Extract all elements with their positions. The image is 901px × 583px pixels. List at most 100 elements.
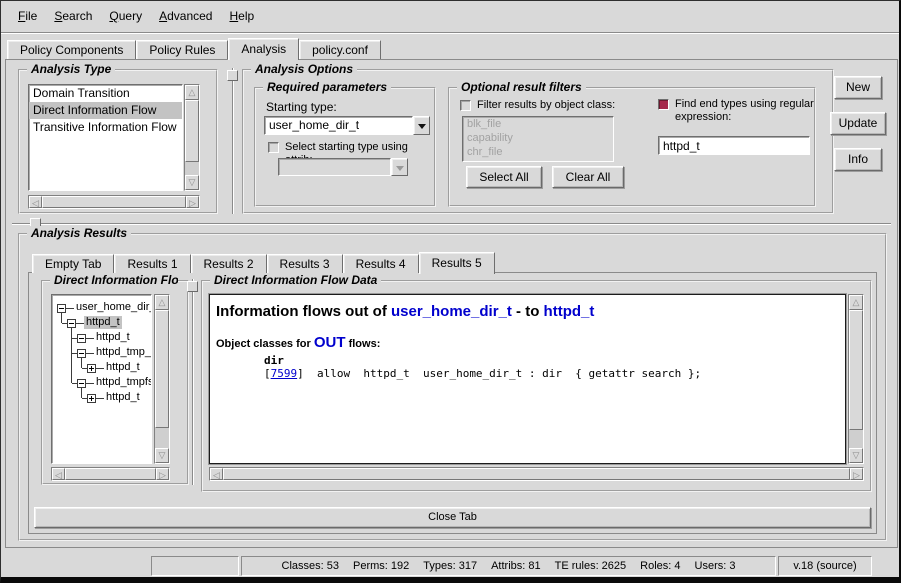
tree-node-httpd_t[interactable]: httpd_t xyxy=(104,361,142,374)
chevron-down-icon[interactable] xyxy=(413,116,430,135)
tree-connector xyxy=(86,353,94,354)
menu-query[interactable]: Query xyxy=(105,1,146,31)
results-tab-empty-tab[interactable]: Empty Tab xyxy=(32,254,114,273)
analysis-type-hscrollbar[interactable]: ◁ ▷ xyxy=(28,195,200,209)
results-tab-results-1[interactable]: Results 1 xyxy=(114,254,190,273)
analysis-results-group: Analysis Results Empty TabResults 1Resul… xyxy=(18,233,887,541)
stat-item: Types: 317 xyxy=(423,560,477,572)
new-button[interactable]: New xyxy=(834,76,882,99)
scroll-right-icon[interactable]: ▷ xyxy=(850,468,863,480)
attrib-checkbox[interactable] xyxy=(268,142,279,153)
tree-connector xyxy=(86,338,94,339)
tree-expand-icon[interactable] xyxy=(87,394,96,403)
tree-connector xyxy=(82,398,87,399)
tree-node-user_home_dir_t[interactable]: user_home_dir_t xyxy=(74,301,152,314)
scroll-right-icon[interactable]: ▷ xyxy=(156,468,169,480)
regex-input[interactable]: httpd_t xyxy=(658,136,810,155)
tree-connector xyxy=(72,338,77,339)
scroll-left-icon[interactable]: ◁ xyxy=(52,468,65,480)
object-class-listbox: blk_filecapabilitychr_file xyxy=(462,116,614,162)
tree-connector xyxy=(66,308,74,309)
list-item[interactable]: Domain Transition xyxy=(29,85,182,102)
data-hscrollbar[interactable]: ◁ ▷ xyxy=(209,467,864,481)
tree-node-httpd_tmpfs_t[interactable]: httpd_tmpfs_t xyxy=(94,376,152,389)
tree-collapse-icon[interactable] xyxy=(57,304,66,313)
analysis-type-vscrollbar[interactable]: △ ▽ xyxy=(184,84,200,191)
tab-analysis[interactable]: Analysis xyxy=(228,38,299,60)
menubar: File Search Query Advanced Help xyxy=(1,1,899,31)
clear-all-button[interactable]: Clear All xyxy=(552,166,624,188)
results-tab-results-5[interactable]: Results 5 xyxy=(419,252,495,274)
scroll-down-icon[interactable]: ▽ xyxy=(185,175,199,190)
list-item: chr_file xyxy=(463,145,613,159)
update-button[interactable]: Update xyxy=(830,112,886,135)
results-sash-vertical[interactable] xyxy=(192,279,194,485)
tree-expand-icon[interactable] xyxy=(87,364,96,373)
apol-window: File Search Query Advanced Help Policy Compo… xyxy=(0,0,901,583)
target-type: httpd_t xyxy=(544,303,595,320)
starting-type-combobox[interactable]: user_home_dir_t xyxy=(264,116,430,135)
results-sash-handle[interactable] xyxy=(187,281,198,292)
menu-file[interactable]: File xyxy=(14,1,41,31)
tree-collapse-icon[interactable] xyxy=(77,334,86,343)
starting-type-value[interactable]: user_home_dir_t xyxy=(264,116,413,135)
scroll-right-icon[interactable]: ▷ xyxy=(186,196,199,208)
tree-node-httpd_t[interactable]: httpd_t xyxy=(94,331,132,344)
pane-sash-vertical[interactable] xyxy=(232,68,234,214)
tree-collapse-icon[interactable] xyxy=(77,349,86,358)
list-item: capability xyxy=(463,131,613,145)
results-tab-results-4[interactable]: Results 4 xyxy=(343,254,419,273)
close-tab-button[interactable]: Close Tab xyxy=(34,507,871,528)
tab-policy-conf[interactable]: policy.conf xyxy=(299,40,381,59)
menu-help[interactable]: Help xyxy=(225,1,258,31)
scroll-up-icon[interactable]: △ xyxy=(849,295,863,310)
scroll-left-icon[interactable]: ◁ xyxy=(210,468,223,480)
tab-policy-components[interactable]: Policy Components xyxy=(7,40,136,59)
status-bar: Classes: 53Perms: 192Types: 317Attribs: … xyxy=(1,552,899,578)
tree-collapse-icon[interactable] xyxy=(77,379,86,388)
tree-connector xyxy=(96,398,104,399)
menu-search[interactable]: Search xyxy=(50,1,96,31)
tab-policy-rules[interactable]: Policy Rules xyxy=(136,40,228,59)
flow-tree[interactable]: user_home_dir_t httpd_t httpd_t httpd_tmp_t… xyxy=(51,294,152,464)
select-all-button[interactable]: Select All xyxy=(466,166,542,188)
data-vscrollbar[interactable]: △ ▽ xyxy=(848,294,864,464)
analysis-type-listbox[interactable]: Domain TransitionDirect Information Flow… xyxy=(28,84,183,191)
tree-vscrollbar[interactable]: △ ▽ xyxy=(154,294,170,464)
rule-number-link[interactable]: 7599 xyxy=(271,367,298,380)
tree-node-httpd_tmp_t[interactable]: httpd_tmp_t xyxy=(94,346,152,359)
chevron-down-icon xyxy=(391,158,408,176)
tree-node-httpd_t[interactable]: httpd_t xyxy=(104,391,142,404)
stat-item: Attribs: 81 xyxy=(491,560,541,572)
scroll-down-icon[interactable]: ▽ xyxy=(849,448,863,463)
menubar-separator xyxy=(1,32,899,34)
pane-sash-horizontal[interactable] xyxy=(12,223,891,225)
tree-connector xyxy=(72,383,77,384)
menu-advanced[interactable]: Advanced xyxy=(155,1,216,31)
results-tab-results-2[interactable]: Results 2 xyxy=(191,254,267,273)
info-button[interactable]: Info xyxy=(834,148,882,171)
list-item[interactable]: Transitive Information Flow xyxy=(29,119,182,136)
analysis-tab-content: Analysis Type Domain TransitionDirect In… xyxy=(5,59,898,548)
tree-node-httpd_t[interactable]: httpd_t xyxy=(84,316,122,329)
required-parameters-title: Required parameters xyxy=(263,80,391,94)
results-tab-results-3[interactable]: Results 3 xyxy=(267,254,343,273)
tree-collapse-icon[interactable] xyxy=(67,319,76,328)
scroll-up-icon[interactable]: △ xyxy=(185,85,199,100)
scroll-up-icon[interactable]: △ xyxy=(155,295,169,310)
tree-hscrollbar[interactable]: ◁ ▷ xyxy=(51,467,170,481)
regex-checkbox[interactable] xyxy=(658,99,669,110)
list-item: blk_file xyxy=(463,117,613,131)
object-class-filter-label: Filter results by object class: xyxy=(477,99,615,112)
main-tab-bar: Policy ComponentsPolicy RulesAnalysispol… xyxy=(7,37,381,60)
tree-connector xyxy=(82,368,87,369)
pane-sash-handle[interactable] xyxy=(227,70,238,81)
list-item[interactable]: Direct Information Flow xyxy=(29,102,182,119)
scroll-down-icon[interactable]: ▽ xyxy=(155,448,169,463)
object-classes-line: Object classes for OUT flows: xyxy=(216,334,839,351)
object-class-filter-checkbox[interactable] xyxy=(460,100,471,111)
flow-data-text[interactable]: Information flows out of user_home_dir_t… xyxy=(209,294,846,464)
scroll-left-icon[interactable]: ◁ xyxy=(29,196,42,208)
flow-data-group: Direct Information Flow Data Information… xyxy=(201,280,872,492)
te-rule-line: [7599] allow httpd_t user_home_dir_t : d… xyxy=(264,367,839,380)
